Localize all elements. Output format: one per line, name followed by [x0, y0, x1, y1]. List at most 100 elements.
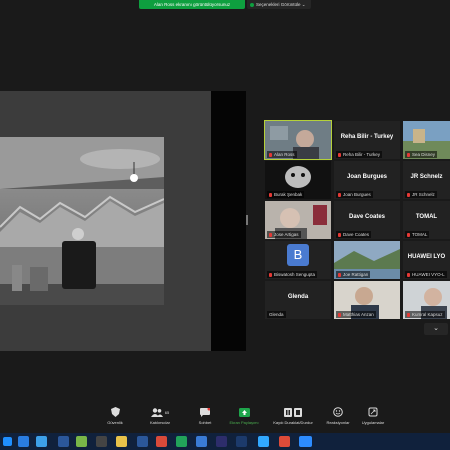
participant-tile[interactable]: Sea Disney [403, 121, 450, 159]
mic-muted-icon [338, 272, 341, 277]
view-options-button[interactable]: Seçenekleri Görüntüle ⌄ [247, 0, 311, 9]
participant-tile[interactable]: Burak Şenbak [265, 161, 331, 199]
participant-tile[interactable]: Jose Artigas [265, 201, 331, 239]
participant-name: Jose Artigas [267, 231, 301, 238]
mic-muted-icon [407, 192, 410, 197]
bridge-icon[interactable] [236, 436, 247, 447]
participant-name: Joe Rattigan [336, 271, 371, 278]
pause-stop-icon [283, 407, 303, 417]
mic-muted-icon [338, 312, 341, 317]
app-icon[interactable] [196, 436, 207, 447]
participant-display-name: Joan Burgues [346, 174, 387, 180]
participant-avatar: B [287, 244, 309, 266]
mic-muted-icon [407, 232, 410, 237]
participant-tile[interactable]: Joan Burgues Joan Burgues [334, 161, 400, 199]
meeting-toolbar: Güvenlik 65 Katılımcılar Sohbet Ekran Pa… [0, 405, 450, 433]
mic-muted-icon [407, 312, 410, 317]
security-button[interactable]: Güvenlik [100, 405, 130, 425]
participant-name: Glenda [267, 311, 286, 318]
windows-start-icon[interactable] [3, 437, 12, 446]
participant-tile[interactable]: TOMAL TOMAL [403, 201, 450, 239]
reactions-label: Reaksiyonlar [326, 420, 350, 425]
participant-tile[interactable]: Dave Coates Dave Coates [334, 201, 400, 239]
participant-name: Biswatosh Sengupta [267, 271, 318, 278]
share-screen-button[interactable]: Ekran Paylaşımı [225, 405, 263, 425]
participant-display-name: HUAWEI LYO [407, 254, 446, 260]
participant-tile[interactable]: Reha Bilir - Turkey Reha Bilir - Turkey [334, 121, 400, 159]
participant-tile[interactable]: Kumral Kapsuz [403, 281, 450, 319]
participant-name: Dave Coates [336, 231, 372, 238]
mic-muted-icon [269, 152, 272, 157]
mic-muted-icon [407, 272, 410, 277]
participant-display-name: Dave Coates [348, 214, 386, 220]
store-icon[interactable] [36, 436, 47, 447]
participant-tile[interactable]: Alan Ross [264, 120, 332, 160]
security-label: Güvenlik [107, 420, 123, 425]
edge-icon[interactable] [18, 436, 29, 447]
mic-muted-icon [338, 232, 341, 237]
mic-muted-icon [269, 272, 272, 277]
photoshop-icon[interactable] [258, 436, 269, 447]
chevron-down-icon: ⌄ [301, 2, 306, 7]
app-icon[interactable] [76, 436, 87, 447]
panel-resize-handle[interactable] [246, 215, 248, 225]
participant-name: JR Schnelz [405, 191, 437, 198]
participant-name: Matthias Anzan [336, 311, 376, 318]
participant-name: Alan Ross [267, 151, 297, 158]
participant-display-name: JR Schnelz [410, 174, 443, 180]
participant-tile[interactable]: Matthias Anzan [334, 281, 400, 319]
mic-muted-icon [269, 192, 272, 197]
excel-icon[interactable] [176, 436, 187, 447]
participants-count: 65 [164, 409, 170, 415]
view-options-label: Seçenekleri Görüntüle [256, 2, 301, 7]
outlook-icon[interactable] [58, 436, 69, 447]
mic-muted-icon [338, 152, 341, 157]
participants-button[interactable]: 65 Katılımcılar [140, 405, 180, 425]
participant-tile[interactable]: JR Schnelz JR Schnelz [403, 161, 450, 199]
apps-button[interactable]: Uygulamalar [357, 405, 389, 425]
taskbar [0, 433, 450, 450]
app-icon[interactable] [96, 436, 107, 447]
zoom-icon[interactable] [299, 436, 312, 447]
participant-name: HUAWEI VYO-L [405, 271, 447, 278]
share-screen-label: Ekran Paylaşımı [229, 420, 259, 425]
powerpoint-icon[interactable] [156, 436, 167, 447]
shield-icon [109, 407, 121, 417]
screen-share-banner: Alan Ross ekranını görüntülüyorsunuz [139, 0, 245, 9]
chat-button[interactable]: Sohbet [192, 405, 218, 425]
chat-label: Sohbet [198, 420, 212, 425]
reactions-button[interactable]: Reaksiyonlar [322, 405, 354, 425]
participant-tile[interactable]: Joe Rattigan [334, 241, 400, 279]
apps-icon [367, 407, 379, 417]
share-screen-icon [238, 407, 250, 417]
lightroom-icon[interactable] [216, 436, 227, 447]
participant-name: Kumral Kapsuz [405, 311, 445, 318]
apps-label: Uygulamalar [361, 420, 385, 425]
users-icon: 65 [148, 407, 172, 417]
share-indicator-icon [250, 2, 254, 7]
gallery-next-page-button[interactable]: ⌄ [424, 323, 448, 335]
word-icon[interactable] [137, 436, 148, 447]
participant-name: TOMAL [405, 231, 430, 238]
emoji-icon [332, 407, 344, 417]
mic-muted-icon [407, 152, 410, 157]
mic-muted-icon [338, 192, 341, 197]
shared-photo [0, 137, 164, 305]
record-button[interactable]: Kaydı Duraklat/Durdur [268, 405, 318, 425]
participant-name: Sea Disney [405, 151, 438, 158]
chrome-icon[interactable] [279, 436, 290, 447]
folder-icon[interactable] [116, 436, 127, 447]
participant-name: Burak Şenbak [267, 191, 305, 198]
participant-display-name: Reha Bilir - Turkey [340, 134, 394, 140]
chevron-down-icon: ⌄ [433, 325, 439, 332]
participant-tile[interactable]: HUAWEI LYO HUAWEI VYO-L [403, 241, 450, 279]
participant-name: Joan Burgues [336, 191, 373, 198]
video-side-panel [211, 91, 246, 351]
participant-display-name: Glenda [287, 294, 309, 300]
participant-tile[interactable]: B Biswatosh Sengupta [265, 241, 331, 279]
participant-name: Reha Bilir - Turkey [336, 151, 383, 158]
chat-icon [199, 407, 211, 417]
mic-muted-icon [269, 232, 272, 237]
record-label: Kaydı Duraklat/Durdur [273, 420, 313, 425]
participant-tile[interactable]: Glenda Glenda [265, 281, 331, 319]
